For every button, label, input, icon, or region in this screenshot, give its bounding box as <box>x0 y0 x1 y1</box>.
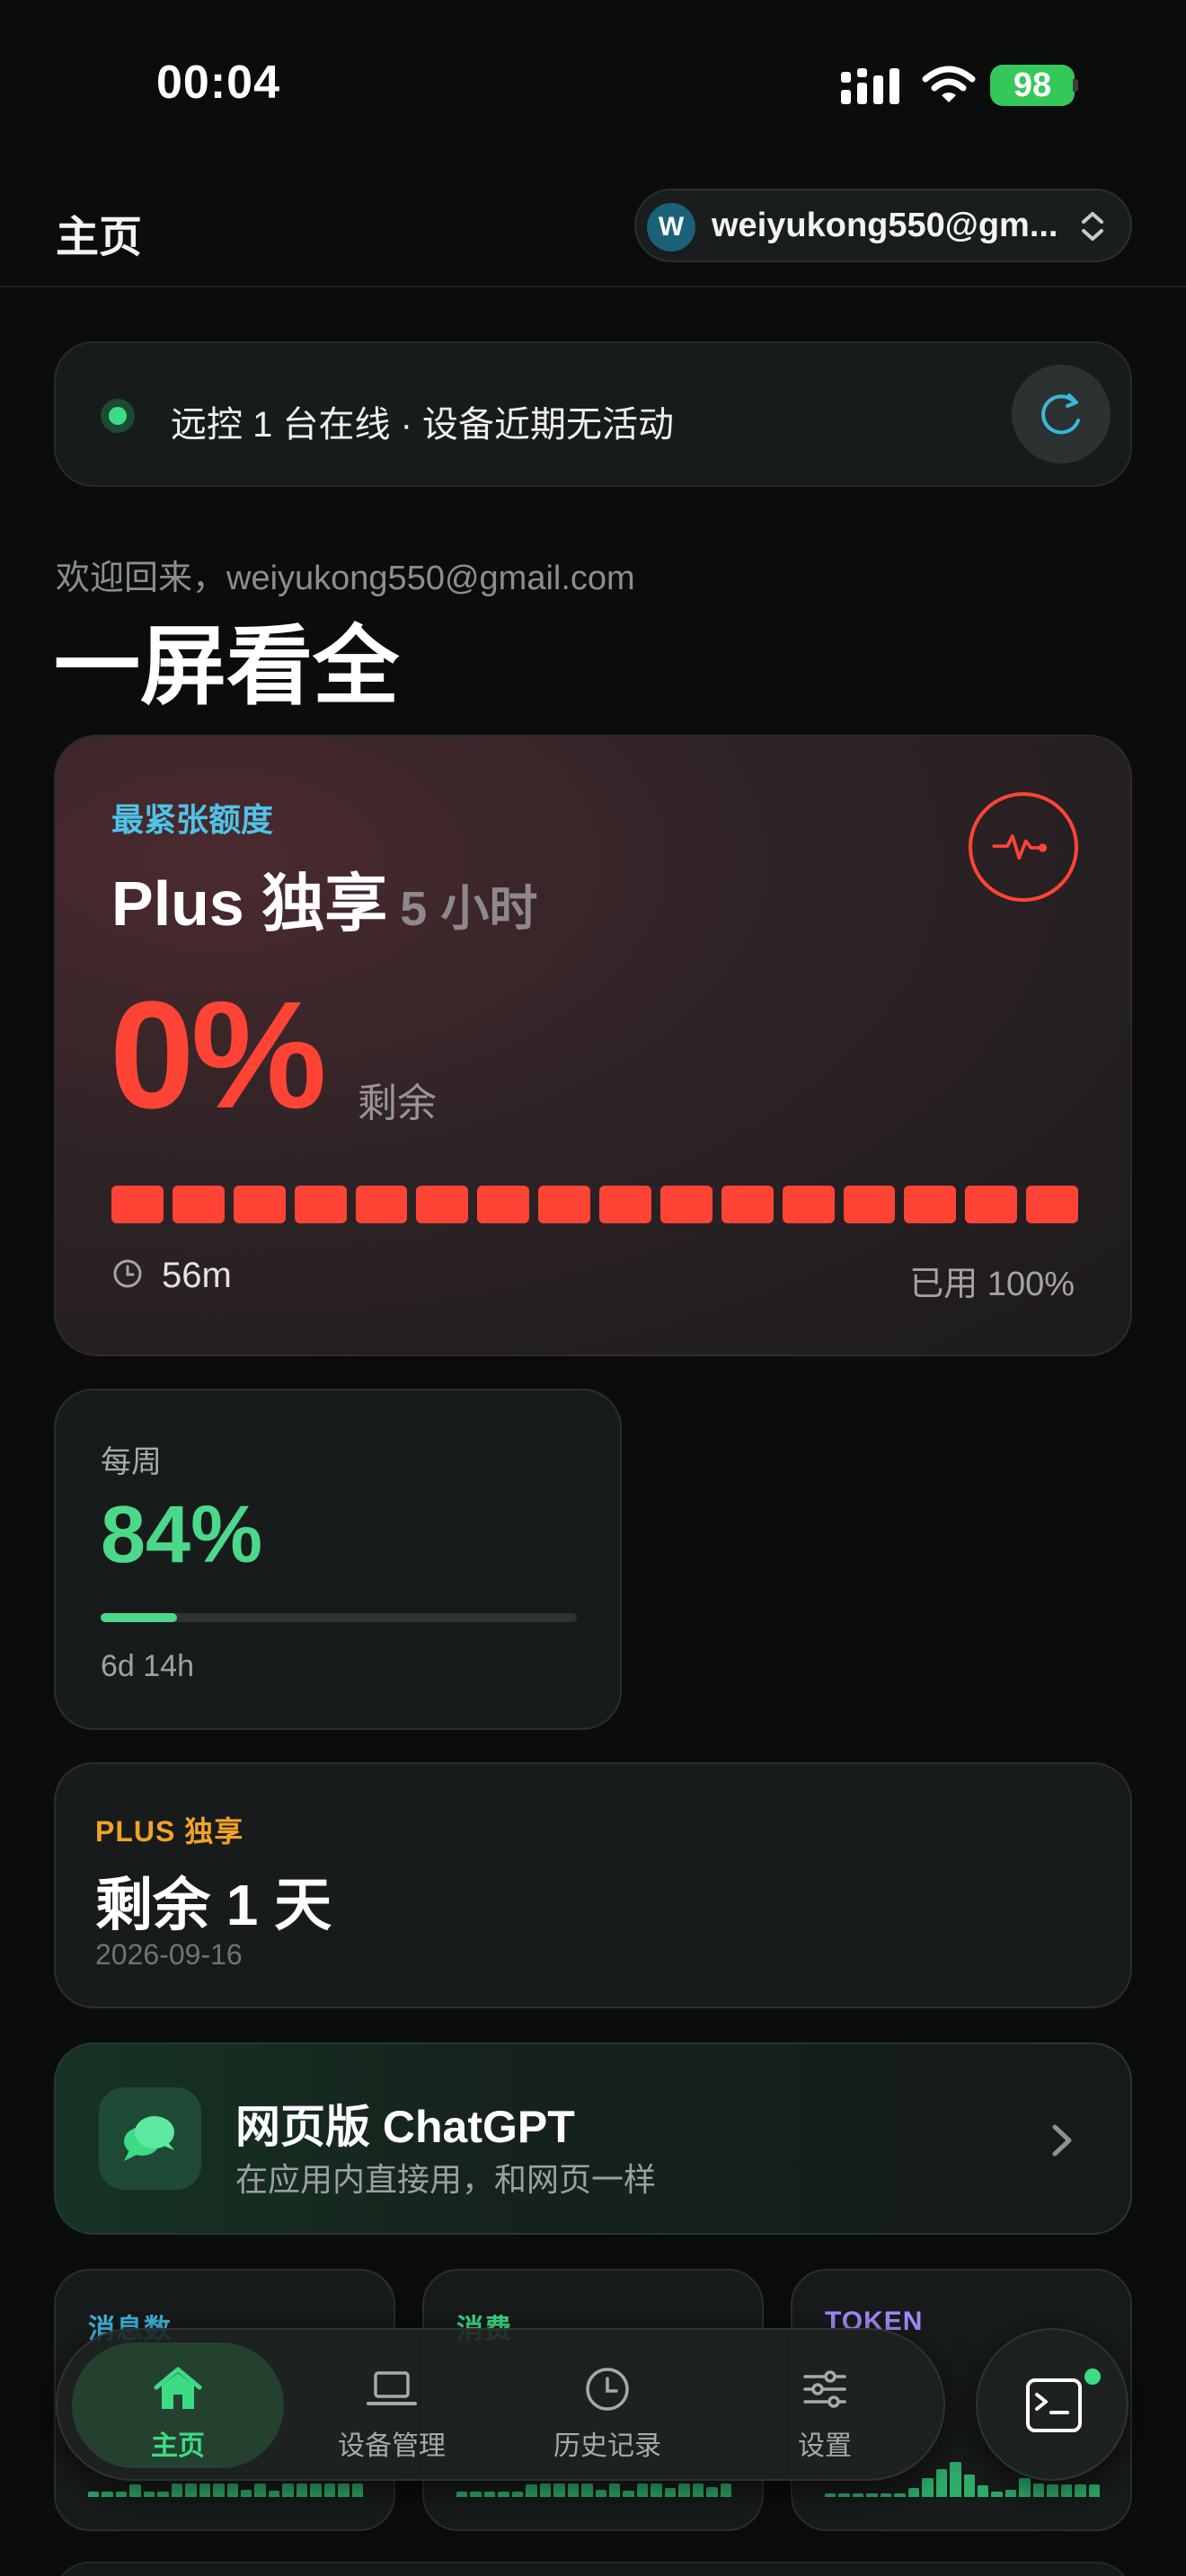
remote-status-card: 远控 1 台在线 · 设备近期无活动 <box>54 341 1132 487</box>
account-switcher[interactable]: W weiyukong550@gm... <box>634 189 1132 262</box>
quota-percent: 0% <box>110 970 327 1141</box>
web-chatgpt-title: 网页版 ChatGPT <box>235 2102 575 2152</box>
status-time: 00:04 <box>156 57 280 109</box>
header-divider <box>0 286 1186 287</box>
quota-label: 最紧张额度 <box>111 801 274 838</box>
clock-icon <box>586 2368 629 2411</box>
home-icon <box>154 2367 202 2409</box>
quota-segment <box>721 1186 774 1223</box>
chat-bubbles-icon-box <box>99 2087 201 2190</box>
weekly-label: 每周 <box>101 1445 162 1479</box>
plan-remaining: 剩余 1 天 <box>95 1873 332 1937</box>
online-indicator-dot <box>1080 2364 1105 2389</box>
account-email: weiyukong550@gm... <box>712 207 1058 244</box>
weekly-progress-fill <box>101 1613 177 1622</box>
quota-segment <box>111 1186 164 1223</box>
tab-label: 历史记录 <box>553 2431 661 2461</box>
plan-card[interactable]: PLUS 独享 剩余 1 天 2026-09-16 <box>54 1762 1132 2008</box>
quota-window: 5 小时 <box>400 882 538 936</box>
quota-segment-bar <box>111 1186 1078 1223</box>
chevron-right-icon <box>1052 2124 1072 2157</box>
weekly-percent: 84% <box>101 1490 263 1580</box>
terminal-button[interactable] <box>976 2328 1128 2481</box>
quota-segment <box>1026 1186 1078 1223</box>
battery-cap <box>1073 79 1078 92</box>
quota-reset-time: 56m <box>162 1256 232 1295</box>
weekly-progress-track <box>101 1613 577 1622</box>
tab-label: 设备管理 <box>338 2431 446 2461</box>
weekly-reset-time: 6d 14h <box>101 1649 194 1683</box>
quota-segment <box>172 1186 225 1223</box>
welcome-greeting: 欢迎回来，weiyukong550@gmail.com <box>56 560 635 597</box>
terminal-icon <box>1026 2378 1082 2432</box>
tab-settings[interactable]: 设置 <box>719 2342 931 2468</box>
quota-segment <box>965 1186 1018 1223</box>
quota-plan-name: Plus 独享 <box>111 869 388 939</box>
quota-used-text: 已用 100% <box>909 1266 1075 1303</box>
tab-label: 设置 <box>798 2431 852 2461</box>
quota-segment <box>294 1186 347 1223</box>
battery-indicator: 98 <box>990 65 1075 106</box>
laptop-icon <box>367 2371 417 2405</box>
wifi-icon <box>922 66 976 102</box>
quota-segment <box>416 1186 469 1223</box>
quota-segment <box>904 1186 957 1223</box>
cellular-signal-icon <box>841 68 899 104</box>
web-chatgpt-subtitle: 在应用内直接用，和网页一样 <box>235 2161 657 2198</box>
plan-label: PLUS 独享 <box>95 1815 244 1848</box>
refresh-button[interactable] <box>1012 365 1111 463</box>
quota-remaining-label: 剩余 <box>358 1081 437 1125</box>
page-title: 主页 <box>56 214 143 261</box>
headline: 一屏看全 <box>54 619 399 715</box>
avatar: W <box>647 203 695 251</box>
quota-segment <box>233 1186 286 1223</box>
next-card-peek <box>54 2562 1132 2576</box>
web-chatgpt-card[interactable]: 网页版 ChatGPT 在应用内直接用，和网页一样 <box>54 2042 1132 2235</box>
quota-plan: Plus 独享 5 小时 <box>111 853 537 944</box>
battery-level: 98 <box>1013 66 1052 104</box>
tightest-quota-card[interactable]: 最紧张额度 Plus 独享 5 小时 0% 剩余 56m 已用 100% <box>54 735 1132 1356</box>
tab-home[interactable]: 主页 <box>72 2342 284 2468</box>
quota-segment <box>477 1186 530 1223</box>
quota-segment <box>538 1186 590 1223</box>
activity-button[interactable] <box>969 792 1078 902</box>
clock-icon <box>113 1259 142 1288</box>
chat-bubbles-icon <box>124 2116 174 2161</box>
weekly-quota-card[interactable]: 每周 84% 6d 14h <box>54 1389 622 1730</box>
remote-status-text: 远控 1 台在线 · 设备近期无活动 <box>171 405 675 445</box>
quota-segment <box>659 1186 712 1223</box>
quota-segment <box>843 1186 896 1223</box>
tab-devices[interactable]: 设备管理 <box>286 2342 498 2468</box>
pulse-icon <box>992 834 1048 860</box>
tab-label: 主页 <box>151 2431 205 2461</box>
sliders-icon <box>803 2370 846 2408</box>
chevron-up-down-icon <box>1082 212 1103 241</box>
quota-segment <box>599 1186 651 1223</box>
online-status-dot <box>101 399 135 433</box>
plan-expiry-date: 2026-09-16 <box>95 1938 243 1971</box>
refresh-icon <box>1041 393 1080 435</box>
bottom-tab-bar: 主页 设备管理 历史记录 设置 <box>56 2328 945 2481</box>
tab-history[interactable]: 历史记录 <box>501 2342 713 2468</box>
quota-segment <box>782 1186 835 1223</box>
quota-segment <box>355 1186 408 1223</box>
